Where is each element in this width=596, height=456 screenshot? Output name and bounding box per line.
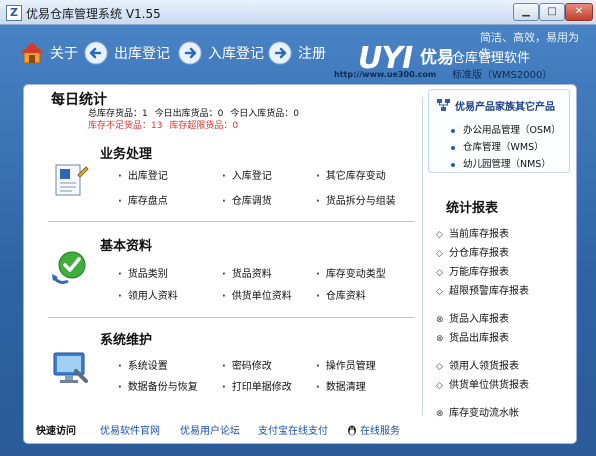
business-section-title: 业务处理: [100, 147, 153, 162]
family-item-nms[interactable]: 幼儿园管理（NMS）: [451, 156, 551, 170]
right-column: 优易产品家族其它产品 办公用品管理（OSM） 仓库管理（WMS） 幼儿园管理（N…: [422, 85, 576, 443]
diamond-icon: ◇: [436, 230, 443, 240]
left-area: 每日统计 总库存货品：1 今日出库货品：0 今日入库货品：0 库存不足货品：13…: [24, 85, 414, 415]
link-online-service[interactable]: 在线服务: [346, 422, 400, 437]
biz-item-outbound[interactable]: 出库登记: [118, 167, 168, 182]
system-section-title: 系统维护: [100, 333, 153, 348]
section-divider: [48, 317, 414, 318]
outbound-label: 出库登记: [114, 46, 170, 62]
biz-item-inbound[interactable]: 入库登记: [222, 167, 272, 182]
report-supplier[interactable]: ◇ 供货单位供货报表: [436, 376, 529, 391]
section-divider: [48, 221, 414, 222]
diamond-icon: ◇: [436, 249, 443, 259]
report-current-stock[interactable]: ◇ 当前库存报表: [436, 225, 509, 240]
brand-edition: 标准版（WMS2000）: [452, 70, 553, 81]
quick-access-bar: 快速访问 优易软件官网 优易用户论坛 支付宝在线支付 在线服务: [24, 415, 414, 443]
penguin-icon: [346, 424, 358, 436]
monitor-icon: [50, 347, 90, 387]
document-icon: [50, 161, 90, 201]
sys-item-cleanup[interactable]: 数据清理: [316, 378, 366, 393]
circle-x-icon: ⊗: [436, 334, 444, 344]
report-goods-inbound[interactable]: ⊗ 货品入库报表: [436, 310, 509, 325]
banner: 关于 出库登记 入库登记 注册 简洁、高效，易用为先。 UYI 优易 仓库管理软…: [0, 25, 596, 81]
family-item-wms[interactable]: 仓库管理（WMS）: [451, 139, 544, 153]
link-official-site[interactable]: 优易软件官网: [100, 422, 160, 437]
register-label: 注册: [298, 46, 326, 62]
arrow-right-icon: [178, 41, 202, 65]
diamond-icon: ◇: [436, 287, 443, 297]
network-icon: [437, 99, 451, 114]
over-stock-stat[interactable]: 库存超限货品：0: [169, 121, 238, 131]
link-user-forum[interactable]: 优易用户论坛: [180, 422, 240, 437]
app-window: Z 优易仓库管理系统 V1.55 ▁ □ ✕ 关于 出库登记 入库登记 注册 简…: [0, 0, 596, 456]
basic-item-recipient[interactable]: 领用人资料: [118, 287, 178, 302]
inbound-button[interactable]: 入库登记: [178, 39, 264, 67]
main-panel: 每日统计 总库存货品：1 今日出库货品：0 今日入库货品：0 库存不足货品：13…: [23, 84, 577, 444]
product-family-title: 优易产品家族其它产品: [455, 102, 555, 113]
minimize-button[interactable]: ▁: [513, 3, 539, 21]
report-recipient[interactable]: ◇ 领用人领货报表: [436, 357, 519, 372]
circle-x-icon: ⊗: [436, 315, 444, 325]
biz-item-split-assemble[interactable]: 货品拆分与组装: [316, 192, 396, 207]
maximize-button[interactable]: □: [539, 3, 565, 21]
biz-item-other-change[interactable]: 其它库存变动: [316, 167, 386, 182]
low-stock-stat[interactable]: 库存不足货品：13: [88, 121, 162, 131]
quick-access-label: 快速访问: [36, 426, 76, 437]
outbound-button[interactable]: 出库登记: [84, 39, 170, 67]
sys-item-settings[interactable]: 系统设置: [118, 357, 168, 372]
diamond-icon: ◇: [436, 268, 443, 278]
inbound-label: 入库登记: [208, 46, 264, 62]
basic-item-supplier[interactable]: 供货单位资料: [222, 287, 292, 302]
biz-item-transfer[interactable]: 仓库调货: [222, 192, 272, 207]
title-bar[interactable]: Z 优易仓库管理系统 V1.55 ▁ □ ✕: [0, 0, 596, 25]
checkmark-icon: [50, 247, 90, 287]
sys-item-operators[interactable]: 操作员管理: [316, 357, 376, 372]
arrow-left-icon: [84, 41, 108, 65]
brand-name: 优易: [420, 48, 454, 68]
report-goods-outbound[interactable]: ⊗ 货品出库报表: [436, 329, 509, 344]
biz-item-stocktake[interactable]: 库存盘点: [118, 192, 168, 207]
circle-x-icon: ⊗: [436, 409, 444, 419]
diamond-icon: ◇: [436, 381, 443, 391]
basic-section-title: 基本资料: [100, 239, 153, 254]
link-alipay[interactable]: 支付宝在线支付: [258, 422, 328, 437]
basic-item-goods[interactable]: 货品资料: [222, 265, 272, 280]
app-icon: Z: [6, 5, 22, 21]
basic-item-warehouse[interactable]: 仓库资料: [316, 287, 366, 302]
sys-item-backup[interactable]: 数据备份与恢复: [118, 378, 198, 393]
family-item-osm[interactable]: 办公用品管理（OSM）: [451, 122, 561, 136]
basic-item-change-type[interactable]: 库存变动类型: [316, 265, 386, 280]
about-button[interactable]: 关于: [20, 39, 78, 67]
report-universal-stock[interactable]: ◇ 万能库存报表: [436, 263, 509, 278]
basic-item-category[interactable]: 货品类别: [118, 265, 168, 280]
window-title: 优易仓库管理系统 V1.55: [26, 7, 161, 21]
product-family-box: 优易产品家族其它产品 办公用品管理（OSM） 仓库管理（WMS） 幼儿园管理（N…: [428, 89, 570, 173]
brand-software: 仓库管理软件: [452, 51, 531, 66]
sys-item-password[interactable]: 密码修改: [222, 357, 272, 372]
close-button[interactable]: ✕: [565, 3, 593, 21]
about-label: 关于: [50, 46, 78, 62]
reports-title: 统计报表: [446, 201, 499, 216]
home-icon: [20, 41, 44, 65]
diamond-icon: ◇: [436, 362, 443, 372]
report-overlimit-stock[interactable]: ◇ 超限预警库存报表: [436, 282, 529, 297]
brand-url: http://www.ue300.com: [334, 70, 437, 79]
arrow-right-icon: [268, 41, 292, 65]
report-stock-ledger[interactable]: ⊗ 库存变动流水帐: [436, 404, 519, 419]
report-branch-stock[interactable]: ◇ 分仓库存报表: [436, 244, 509, 259]
stock-warning-line: 库存不足货品：13 库存超限货品：0: [88, 118, 242, 131]
register-button[interactable]: 注册: [268, 39, 326, 67]
sys-item-print[interactable]: 打印单据修改: [222, 378, 292, 393]
